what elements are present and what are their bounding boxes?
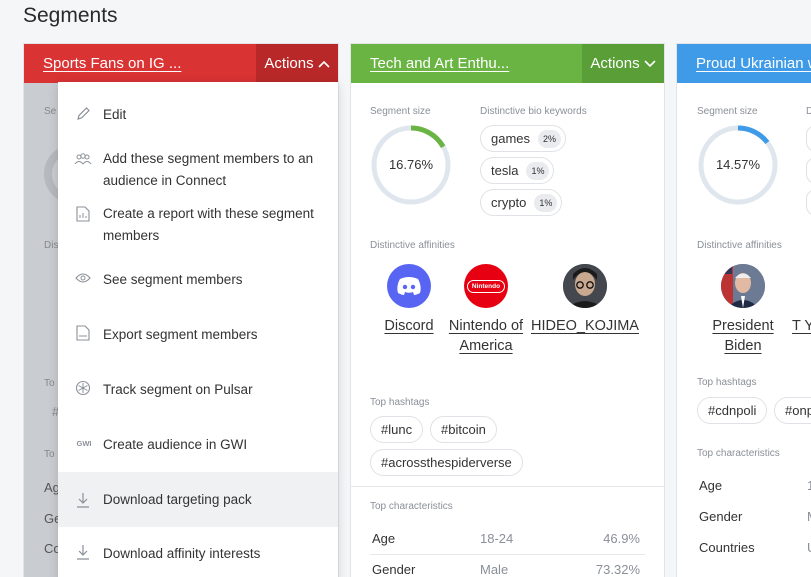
segment-card-tech: Tech and Art Enthu... Actions Segment si…: [350, 43, 665, 577]
segment-size-label: Segment size: [370, 106, 431, 117]
menu-item-export-members[interactable]: Export segment members: [58, 324, 338, 346]
affinity-discord[interactable]: Discord: [369, 264, 449, 336]
keyword-chip[interactable]: tesla 1%: [480, 157, 555, 184]
chevron-down-icon: [644, 59, 656, 67]
menu-item-edit[interactable]: Edit: [58, 104, 338, 126]
menu-item-create-gwi-audience[interactable]: GWI Create audience in GWI: [58, 434, 338, 456]
characteristic-row: Age 18-24 46.9%: [372, 531, 640, 546]
bio-keywords-label: Distinctive bio keywords: [480, 106, 587, 117]
page-title: Segments: [23, 4, 118, 27]
hashtags-label: Top hashtags: [370, 397, 430, 408]
keyword-chip[interactable]: [806, 125, 811, 152]
keyword-chip[interactable]: [806, 189, 811, 216]
download-icon: [74, 543, 92, 561]
ghost-text: Dis: [44, 240, 59, 251]
hashtag-chip[interactable]: #lunc: [370, 416, 424, 443]
menu-item-add-to-audience[interactable]: Add these segment members to an audience…: [58, 148, 338, 192]
nintendo-logo-icon: Nintendo: [464, 264, 508, 308]
characteristics-label: Top characteristics: [697, 448, 780, 459]
ghost-text: Se: [44, 106, 57, 117]
actions-button[interactable]: Actions: [256, 44, 338, 83]
people-icon: [74, 150, 92, 168]
menu-item-track-pulsar[interactable]: Track segment on Pulsar: [58, 379, 338, 401]
actions-button[interactable]: Actions: [582, 44, 664, 83]
affinity-name[interactable]: HIDEO_KOJIMA: [521, 316, 649, 336]
characteristics-label: Top characteristics: [370, 501, 453, 512]
affinity-name[interactable]: Discord: [369, 316, 449, 336]
hashtag-chip[interactable]: #bitcoin: [430, 416, 497, 443]
avatar: [563, 264, 607, 308]
menu-item-see-members[interactable]: See segment members: [58, 269, 338, 291]
segment-name-link[interactable]: Proud Ukrainian w: [677, 44, 811, 83]
segment-size-value: 14.57%: [715, 157, 761, 172]
segment-name-link[interactable]: Sports Fans on IG ...: [24, 44, 256, 83]
ghost-text: To: [44, 449, 55, 460]
segment-size-value: 16.76%: [388, 157, 434, 172]
card-header: Proud Ukrainian w: [677, 44, 811, 83]
menu-item-download-targeting-pack[interactable]: Download targeting pack: [58, 472, 338, 527]
card-header: Tech and Art Enthu... Actions: [351, 44, 664, 83]
menu-item-download-affinity-interests[interactable]: Download affinity interests: [58, 543, 338, 565]
affinity-nintendo[interactable]: Nintendo Nintendo of America: [446, 264, 526, 356]
report-icon: [74, 205, 92, 223]
segment-name-link[interactable]: Tech and Art Enthu...: [351, 44, 582, 83]
affinity-hideo-kojima[interactable]: HIDEO_KOJIMA: [521, 264, 649, 336]
keyword-chip[interactable]: crypto 1%: [480, 189, 563, 216]
characteristic-row: Gender Male 73.32%: [372, 562, 640, 577]
download-icon: [74, 491, 92, 509]
hashtags-label: Top hashtags: [697, 377, 757, 388]
divider: [370, 554, 645, 555]
hashtag-chip[interactable]: #acrossthespiderverse: [370, 449, 523, 476]
ghost-text: To: [44, 378, 55, 389]
chevron-up-icon: [318, 60, 330, 68]
pulsar-icon: [74, 379, 92, 397]
segment-card-ukrainian: Proud Ukrainian w Segment size 14.57% D …: [676, 43, 811, 577]
keyword-chip[interactable]: games 2%: [480, 125, 567, 152]
eye-icon: [74, 269, 92, 287]
actions-menu: Edit Add these segment members to an aud…: [58, 82, 338, 577]
pencil-icon: [74, 104, 92, 122]
affinities-label: Distinctive affinities: [697, 240, 782, 251]
menu-item-create-report[interactable]: Create a report with these segment membe…: [58, 203, 338, 247]
characteristic-row: GenderM: [699, 509, 811, 524]
export-file-icon: [74, 324, 92, 342]
keyword-chip[interactable]: [806, 157, 811, 184]
bio-keywords-label: D: [806, 106, 811, 117]
affinity-name[interactable]: President Biden: [703, 316, 783, 356]
affinity-name[interactable]: T Yo: [792, 316, 811, 336]
hashtag-chip[interactable]: #cdnpoli: [697, 397, 768, 424]
hashtag-chip[interactable]: #onp: [774, 397, 811, 424]
discord-logo-icon: [387, 264, 431, 308]
characteristic-row: CountriesU: [699, 540, 811, 555]
affinity-name[interactable]: Nintendo of America: [446, 316, 526, 356]
segment-size-label: Segment size: [697, 106, 758, 117]
gwi-icon: GWI: [76, 438, 92, 448]
affinity-partial[interactable]: T Yo: [792, 264, 811, 336]
characteristic-row: Age1: [699, 478, 811, 493]
divider: [351, 486, 664, 487]
avatar: [721, 264, 765, 308]
affinity-president-biden[interactable]: President Biden: [703, 264, 783, 356]
affinities-label: Distinctive affinities: [370, 240, 455, 251]
card-header: Sports Fans on IG ... Actions: [24, 44, 338, 83]
